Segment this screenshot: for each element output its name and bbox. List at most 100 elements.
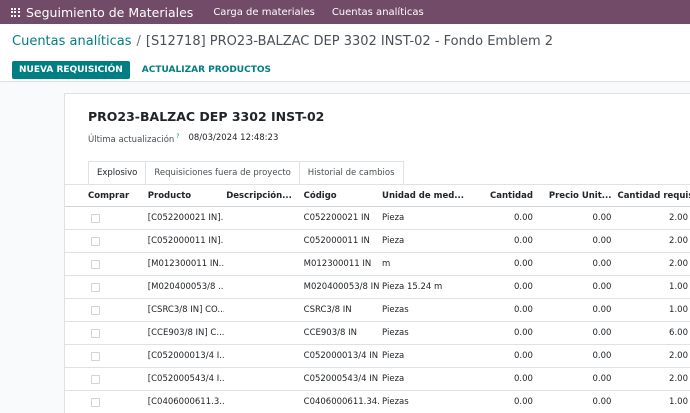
precio-cell: 0.00 bbox=[592, 397, 612, 407]
record-title: PRO23-BALZAC DEP 3302 INST-02 bbox=[88, 109, 325, 124]
menu-carga-materiales[interactable]: Carga de materiales bbox=[213, 7, 314, 18]
cantidad-req-cell: 1.00 bbox=[669, 397, 688, 407]
cantidad-cell: 0.00 bbox=[514, 305, 533, 315]
precio-cell: 0.00 bbox=[592, 282, 612, 292]
top-navbar: Seguimiento de Materiales Carga de mater… bbox=[0, 0, 690, 24]
col-comprar[interactable]: Comprar bbox=[65, 191, 146, 201]
unidad-cell: Pieza bbox=[382, 374, 405, 384]
table-row[interactable]: [C052000013/4 I... C052000013/4 IN Pieza… bbox=[65, 345, 690, 368]
comprar-checkbox[interactable] bbox=[91, 351, 100, 361]
comprar-checkbox[interactable] bbox=[91, 259, 100, 269]
precio-cell: 0.00 bbox=[592, 213, 612, 223]
unidad-cell: Piezas bbox=[382, 305, 409, 315]
producto-cell: [C052000543/4 I... bbox=[147, 374, 225, 384]
unidad-cell: Pieza bbox=[382, 213, 405, 223]
col-codigo[interactable]: Código bbox=[302, 191, 380, 201]
comprar-checkbox[interactable] bbox=[91, 305, 100, 315]
cantidad-req-cell: 2.00 bbox=[669, 351, 688, 361]
form-sheet: PRO23-BALZAC DEP 3302 INST-02 Última act… bbox=[64, 93, 690, 413]
last-update-value: 08/03/2024 12:48:23 bbox=[188, 133, 279, 143]
comprar-cell bbox=[65, 328, 146, 338]
table-header: Comprar Producto Descripción... Código U… bbox=[65, 185, 690, 207]
codigo-cell: M012300011 IN bbox=[303, 259, 372, 269]
producto-cell: [C0406000611.3... bbox=[147, 397, 225, 407]
table-row[interactable]: [CSRC3/8 IN] CO... CSRC3/8 IN Piezas 0.0… bbox=[65, 299, 690, 322]
codigo-cell: CSRC3/8 IN bbox=[303, 305, 352, 315]
tab-explosivo[interactable]: Explosivo bbox=[88, 161, 147, 185]
table-row[interactable]: [M012300011 IN... M012300011 IN m 0.00 0… bbox=[65, 253, 690, 276]
cantidad-req-cell: 1.00 bbox=[669, 282, 688, 292]
help-tooltip-icon[interactable]: ? bbox=[176, 133, 179, 140]
actualizar-productos-button[interactable]: ACTUALIZAR PRODUCTOS bbox=[138, 61, 275, 79]
tab-historial[interactable]: Historial de cambios bbox=[298, 161, 404, 184]
col-unidad[interactable]: Unidad de med... bbox=[380, 191, 469, 201]
tab-requisiciones-fuera[interactable]: Requisiciones fuera de proyecto bbox=[145, 161, 300, 184]
app-brand[interactable]: Seguimiento de Materiales bbox=[26, 5, 193, 20]
cantidad-cell: 0.00 bbox=[514, 374, 533, 384]
producto-cell: [CCE903/8 IN] C... bbox=[147, 328, 225, 338]
cantidad-cell: 0.00 bbox=[514, 213, 533, 223]
producto-cell: [C052200021 IN]... bbox=[147, 213, 225, 223]
comprar-checkbox[interactable] bbox=[91, 236, 100, 246]
cantidad-cell: 0.00 bbox=[514, 351, 533, 361]
codigo-cell: M020400053/8 IN bbox=[303, 282, 380, 292]
col-producto[interactable]: Producto bbox=[146, 191, 224, 201]
action-bar: NUEVA REQUISICIÓN ACTUALIZAR PRODUCTOS bbox=[0, 59, 690, 82]
codigo-cell: CCE903/8 IN bbox=[303, 328, 357, 338]
cantidad-req-cell: 2.00 bbox=[669, 374, 688, 384]
codigo-cell: C052000013/4 IN bbox=[303, 351, 379, 361]
breadcrumb: Cuentas analíticas / [S12718] PRO23-BALZ… bbox=[0, 24, 690, 59]
producto-cell: [CSRC3/8 IN] CO... bbox=[147, 305, 225, 315]
cantidad-cell: 0.00 bbox=[514, 259, 533, 269]
unidad-cell: Piezas bbox=[382, 397, 409, 407]
breadcrumb-parent-link[interactable]: Cuentas analíticas bbox=[12, 34, 132, 49]
codigo-cell: C052000011 IN bbox=[303, 236, 370, 246]
comprar-cell bbox=[65, 351, 146, 361]
comprar-checkbox[interactable] bbox=[91, 328, 100, 338]
precio-cell: 0.00 bbox=[592, 236, 612, 246]
comprar-cell bbox=[65, 397, 146, 407]
cantidad-req-cell: 2.00 bbox=[669, 213, 688, 223]
precio-cell: 0.00 bbox=[592, 305, 612, 315]
apps-menu-icon[interactable] bbox=[4, 0, 26, 24]
precio-cell: 0.00 bbox=[592, 259, 612, 269]
cantidad-req-cell: 2.00 bbox=[669, 236, 688, 246]
last-update-field: Última actualización? 08/03/2024 12:48:2… bbox=[88, 133, 278, 145]
comprar-checkbox[interactable] bbox=[91, 397, 100, 407]
col-cantidad[interactable]: Cantidad bbox=[469, 191, 537, 201]
comprar-checkbox[interactable] bbox=[91, 213, 100, 223]
comprar-cell bbox=[65, 259, 146, 269]
codigo-cell: C052200021 IN bbox=[303, 213, 370, 223]
comprar-checkbox[interactable] bbox=[91, 374, 100, 384]
col-precio[interactable]: Precio Unit... bbox=[537, 191, 616, 201]
cantidad-cell: 0.00 bbox=[514, 397, 533, 407]
breadcrumb-current: [S12718] PRO23-BALZAC DEP 3302 INST-02 -… bbox=[145, 34, 554, 49]
table-row[interactable]: [M020400053/8 ... M020400053/8 IN Pieza … bbox=[65, 276, 690, 299]
nueva-requisicion-button[interactable]: NUEVA REQUISICIÓN bbox=[12, 61, 130, 79]
codigo-cell: C0406000611.34... bbox=[303, 397, 381, 407]
comprar-cell bbox=[65, 213, 146, 223]
table-row[interactable]: [C052200021 IN]... C052200021 IN Pieza 0… bbox=[65, 207, 690, 230]
cantidad-req-cell: 1.00 bbox=[669, 305, 688, 315]
col-cantidad-requisitada[interactable]: Cantidad requis... bbox=[615, 191, 690, 201]
unidad-cell: m bbox=[382, 259, 391, 269]
comprar-cell bbox=[65, 236, 146, 246]
table-row[interactable]: [CCE903/8 IN] C... CCE903/8 IN Piezas 0.… bbox=[65, 322, 690, 345]
table-row[interactable]: [C052000011 IN]... C052000011 IN Pieza 0… bbox=[65, 230, 690, 253]
table-row[interactable]: [C0406000611.3... C0406000611.34... Piez… bbox=[65, 391, 690, 413]
precio-cell: 0.00 bbox=[592, 351, 612, 361]
last-update-label-text: Última actualización bbox=[88, 134, 175, 145]
codigo-cell: C052000543/4 IN bbox=[303, 374, 379, 384]
last-update-label: Última actualización? bbox=[88, 133, 179, 145]
cantidad-cell: 0.00 bbox=[514, 236, 533, 246]
table-row[interactable]: [C052000543/4 I... C052000543/4 IN Pieza… bbox=[65, 368, 690, 391]
unidad-cell: Pieza 15.24 m bbox=[382, 282, 443, 292]
menu-cuentas-analiticas[interactable]: Cuentas analíticas bbox=[332, 7, 424, 18]
unidad-cell: Piezas bbox=[382, 328, 409, 338]
cantidad-cell: 0.00 bbox=[514, 282, 533, 292]
cantidad-cell: 0.00 bbox=[514, 328, 533, 338]
col-descripcion[interactable]: Descripción... bbox=[224, 191, 301, 201]
breadcrumb-separator: / bbox=[136, 34, 141, 49]
comprar-checkbox[interactable] bbox=[91, 282, 100, 292]
cantidad-req-cell: 2.00 bbox=[669, 259, 688, 269]
